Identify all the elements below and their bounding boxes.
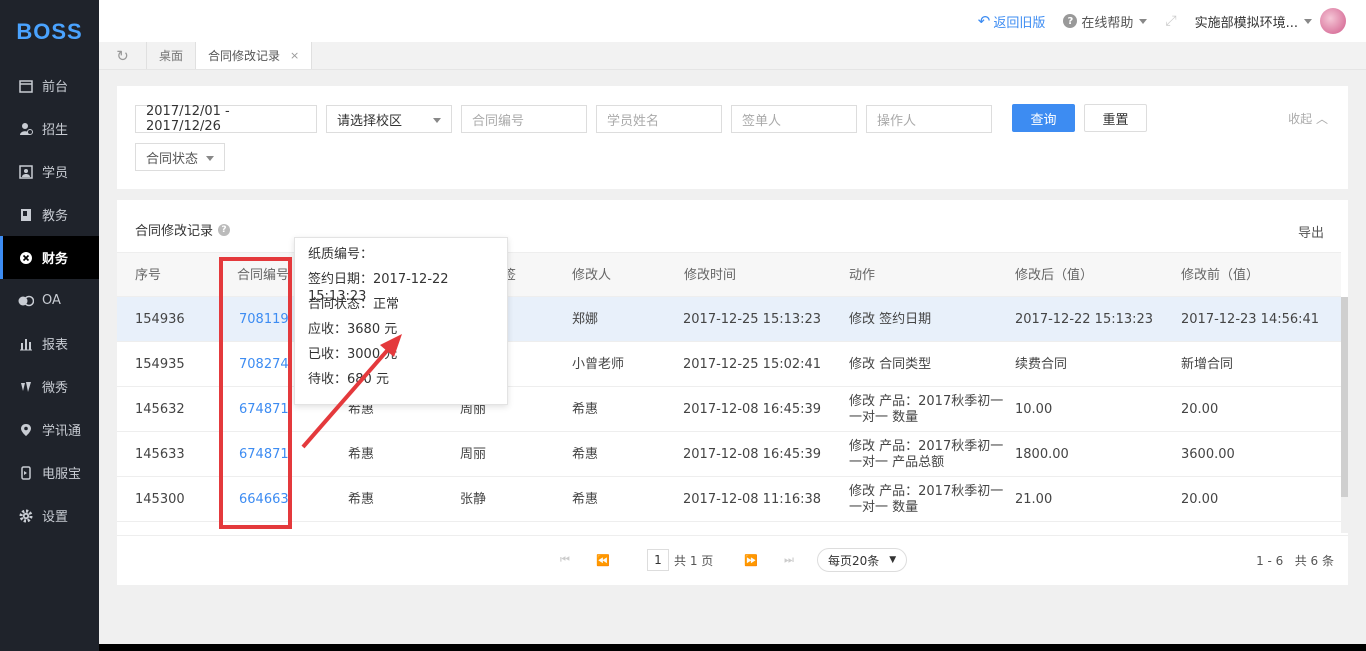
chevron-down-icon [1304, 18, 1312, 24]
tooltip-contract-status: 合同状态：正常 [308, 297, 400, 312]
sidebar-item-label: 教务 [42, 209, 69, 224]
tooltip-sign-date: 签约日期：2017-12-22 15:13:23 [308, 272, 449, 304]
student-name-input[interactable]: 学员姓名 [596, 105, 722, 133]
finance-icon [18, 250, 34, 266]
operator-input[interactable]: 操作人 [866, 105, 992, 133]
pagination-summary: 1 - 6 共 6 条 [1256, 554, 1334, 568]
student-icon [18, 164, 34, 180]
column-header-action: 动作 [849, 268, 876, 283]
refresh-icon: ↻ [116, 46, 129, 65]
sidebar-item-label: 报表 [42, 338, 69, 353]
annotation-highlight-box [219, 257, 292, 529]
prev-page-button[interactable]: ⏪ [593, 550, 613, 570]
user-add-icon [18, 121, 34, 137]
sidebar-item-frontdesk[interactable]: 前台 [0, 64, 99, 107]
undo-icon: ↶ [977, 12, 991, 30]
scrollbar-thumb[interactable] [1341, 297, 1348, 497]
date-range-input[interactable]: 2017/12/01 - 2017/12/26 [135, 104, 317, 134]
tooltip-paper-number: 纸质编号： [308, 247, 374, 262]
oa-icon [18, 293, 34, 309]
last-page-button[interactable]: ⏭ [779, 550, 799, 570]
tooltip-pending: 待收：680 元 [308, 372, 389, 387]
contract-info-tooltip: 纸质编号： 签约日期：2017-12-22 15:13:23 合同状态：正常 应… [294, 237, 508, 405]
sidebar-item-label: 财务 [42, 252, 69, 267]
sidebar-item-label: OA [42, 293, 61, 308]
table-row[interactable]: 145633 674871 希惠 周丽 希惠 2017-12-08 16:45:… [117, 432, 1341, 477]
close-icon[interactable]: × [290, 49, 299, 62]
tooltip-received: 已收：3000 元 [308, 347, 398, 362]
sidebar-item-label: 微秀 [42, 381, 69, 396]
tab-contract-changes[interactable]: 合同修改记录 × [196, 42, 313, 69]
column-header-modifier: 修改人 [572, 268, 612, 283]
table-row[interactable]: 145300 664663 希惠 张静 希惠 2017-12-08 11:16:… [117, 477, 1341, 522]
wechat-icon [18, 379, 34, 395]
sidebar-item-settings[interactable]: 设置 [0, 494, 99, 537]
column-header-before: 修改前（值） [1181, 268, 1260, 283]
expand-icon: ⤢ [1165, 13, 1177, 29]
pagination: ⏮ ⏪ 1 共 1 页 ⏩ ⏭ 每页20条 ▼ 1 - 6 共 6 条 [117, 535, 1348, 585]
chevron-up-icon: ︿ [1315, 112, 1328, 126]
online-help-menu[interactable]: ? 在线帮助 [1063, 12, 1148, 31]
help-icon: ? [1063, 14, 1078, 28]
page-size-select[interactable]: 每页20条 ▼ [817, 548, 908, 572]
query-button[interactable]: 查询 [1012, 104, 1075, 132]
page-number-input[interactable]: 1 [647, 549, 669, 571]
bottom-strip [99, 644, 1366, 651]
table-scrollbar[interactable] [1341, 297, 1348, 533]
phone-service-icon [18, 465, 34, 481]
sidebar-item-oa[interactable]: OA [0, 279, 99, 322]
chevron-down-icon [206, 156, 214, 161]
book-icon [18, 207, 34, 223]
tooltip-receivable: 应收：3680 元 [308, 322, 398, 337]
sidebar-item-label: 学员 [42, 166, 69, 181]
filter-panel: 2017/12/01 - 2017/12/26 请选择校区 合同编号 学员姓名 … [117, 86, 1348, 189]
sidebar-item-label: 设置 [42, 510, 69, 525]
reset-button[interactable]: 重置 [1084, 104, 1147, 132]
topbar: ↶ 返回旧版 ? 在线帮助 ⤢ 实施部模拟环境... [99, 0, 1366, 42]
contract-status-select[interactable]: 合同状态 [135, 143, 225, 171]
tab-desktop[interactable]: 桌面 [147, 42, 197, 69]
column-header-seq: 序号 [135, 268, 162, 283]
sidebar-item-label: 电服宝 [42, 467, 82, 482]
signer-input[interactable]: 签单人 [731, 105, 857, 133]
column-header-time: 修改时间 [684, 268, 737, 283]
help-icon[interactable]: ? [218, 223, 231, 236]
sidebar-item-finance[interactable]: 财务 [0, 236, 99, 279]
next-page-button[interactable]: ⏩ [741, 550, 761, 570]
avatar[interactable] [1320, 8, 1346, 34]
sidebar-item-label: 前台 [42, 80, 69, 95]
logo: BOSS [16, 19, 83, 44]
export-button[interactable]: 导出 [1298, 222, 1324, 241]
bar-chart-icon [18, 336, 34, 352]
sidebar-item-label: 招生 [42, 123, 69, 138]
tab-bar: ↻ 桌面 合同修改记录 × [99, 42, 1366, 70]
fullscreen-button[interactable]: ⤢ [1165, 13, 1176, 29]
campus-select[interactable]: 请选择校区 [326, 105, 452, 133]
calendar-icon [18, 78, 34, 94]
dropdown-arrow-icon: ▼ [889, 555, 897, 565]
sidebar-item-students[interactable]: 学员 [0, 150, 99, 193]
sidebar-item-enroll[interactable]: 招生 [0, 107, 99, 150]
contract-number-input[interactable]: 合同编号 [461, 105, 587, 133]
sidebar-item-reports[interactable]: 报表 [0, 322, 99, 365]
sidebar: BOSS 前台 招生 学员 教务 财务 OA 报表 微秀 学讯通 电服宝 设置 [0, 0, 99, 651]
sidebar-item-academic[interactable]: 教务 [0, 193, 99, 236]
chevron-down-icon [433, 118, 441, 123]
column-header-after: 修改后（值） [1015, 268, 1094, 283]
sidebar-item-xuexuntong[interactable]: 学讯通 [0, 408, 99, 451]
account-menu[interactable]: 实施部模拟环境... [1195, 8, 1346, 34]
sidebar-item-label: 学讯通 [42, 424, 82, 439]
sidebar-item-dianfubao[interactable]: 电服宝 [0, 451, 99, 494]
gear-icon [18, 508, 34, 524]
chevron-down-icon [1139, 18, 1148, 24]
refresh-button[interactable]: ↻ [99, 42, 147, 69]
sidebar-item-weixiu[interactable]: 微秀 [0, 365, 99, 408]
first-page-button[interactable]: ⏮ [555, 550, 575, 570]
panel-title: 合同修改记录 ? [135, 220, 231, 239]
total-pages-text: 共 1 页 [674, 554, 714, 568]
collapse-toggle[interactable]: 收起 ︿ [1288, 110, 1328, 127]
location-icon [18, 422, 34, 438]
back-to-old-version-link[interactable]: ↶ 返回旧版 [978, 12, 1046, 31]
